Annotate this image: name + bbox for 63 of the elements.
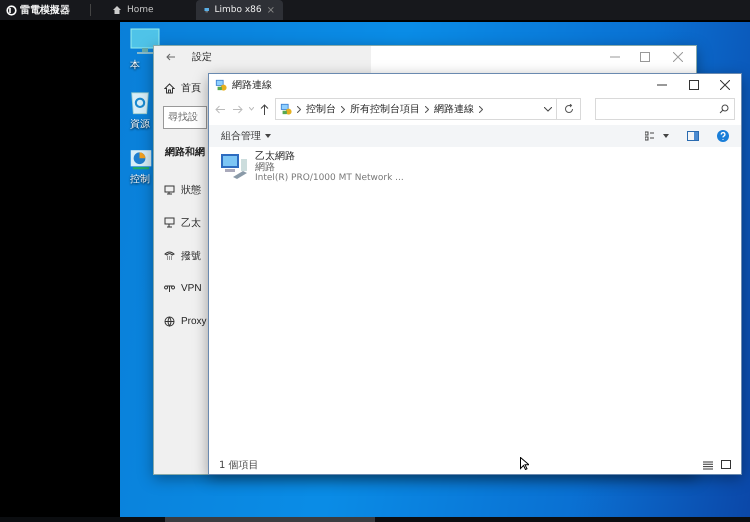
help-icon[interactable] [717, 130, 729, 142]
logo-icon [6, 4, 17, 16]
address-bar[interactable]: 控制台 所有控制台項目 網路連線 [275, 98, 557, 120]
chevron-icon [341, 106, 345, 112]
monitor-icon [164, 217, 175, 228]
globe-icon [164, 316, 175, 327]
home-icon [112, 5, 122, 15]
desktop-icon-label[interactable]: 本 [130, 58, 140, 72]
desktop-icon-label[interactable]: 控制 [130, 172, 150, 186]
nav-item[interactable]: 乙太 [164, 206, 201, 239]
network-icon [280, 103, 292, 115]
window-title: 設定 [192, 50, 212, 64]
tab[interactable]: Home [104, 0, 184, 20]
organize-menu[interactable]: 組合管理 [221, 129, 271, 143]
refresh-icon [564, 104, 574, 114]
network-adapter-icon [219, 151, 249, 181]
close-icon [720, 80, 730, 90]
connection-name: 乙太網路 [255, 151, 296, 162]
search-field[interactable]: 尋找設 [163, 106, 207, 129]
search-icon [719, 104, 729, 114]
tab[interactable]: Limbo x86 × [196, 0, 283, 20]
close-button[interactable]: × [266, 4, 275, 16]
computer-icon [130, 28, 160, 56]
dropdown-caret-icon[interactable] [544, 106, 552, 112]
large-icons-view-icon[interactable] [721, 460, 731, 470]
window-title: 網路連線 [232, 78, 272, 92]
monitor-icon [164, 184, 175, 195]
network-icon [215, 79, 227, 91]
details-view-icon[interactable] [703, 460, 713, 470]
mouse-cursor-icon [520, 457, 529, 470]
close-icon [673, 52, 683, 62]
section-heading: 網路和網 [165, 146, 205, 159]
home-icon [164, 82, 175, 94]
desktop-icon-label[interactable]: 資源 [130, 117, 150, 131]
nav-item[interactable]: 撥號 [164, 239, 201, 272]
nav-item[interactable]: 狀態 [164, 173, 201, 206]
connection-status: 網路 [255, 162, 276, 173]
caret-icon [265, 134, 271, 138]
phone-icon [164, 250, 175, 261]
preview-pane-icon[interactable] [687, 131, 699, 141]
breadcrumb-item[interactable]: 網路連線 [434, 102, 474, 116]
control-panel-icon [130, 148, 152, 170]
chevron-icon [297, 106, 301, 112]
nav-item[interactable]: 首頁 [164, 74, 201, 102]
maximize-icon [640, 52, 650, 62]
app-logo-text: 雷電模擬器 [20, 4, 70, 17]
up-arrow-icon[interactable] [260, 104, 269, 114]
scrollbar-thumb[interactable] [165, 517, 375, 522]
vpn-icon [164, 283, 175, 294]
back-arrow-icon[interactable] [166, 53, 176, 61]
adapter-name: Intel(R) PRO/1000 MT Network ... [255, 173, 404, 184]
view-options-icon[interactable] [645, 131, 655, 141]
chevron-icon [425, 106, 429, 112]
chevron-icon[interactable] [479, 106, 483, 112]
nav-item[interactable]: VPN [164, 272, 202, 305]
dropdown-caret-icon[interactable] [663, 134, 669, 138]
item-count: 1 個項目 [219, 459, 259, 472]
nav-item[interactable]: Proxy [164, 305, 207, 338]
maximize-icon [689, 80, 699, 90]
breadcrumb-item[interactable]: 所有控制台項目 [350, 102, 420, 116]
monitor-icon [204, 5, 210, 15]
breadcrumb-item[interactable]: 控制台 [306, 102, 336, 116]
refresh-button[interactable] [557, 98, 581, 120]
